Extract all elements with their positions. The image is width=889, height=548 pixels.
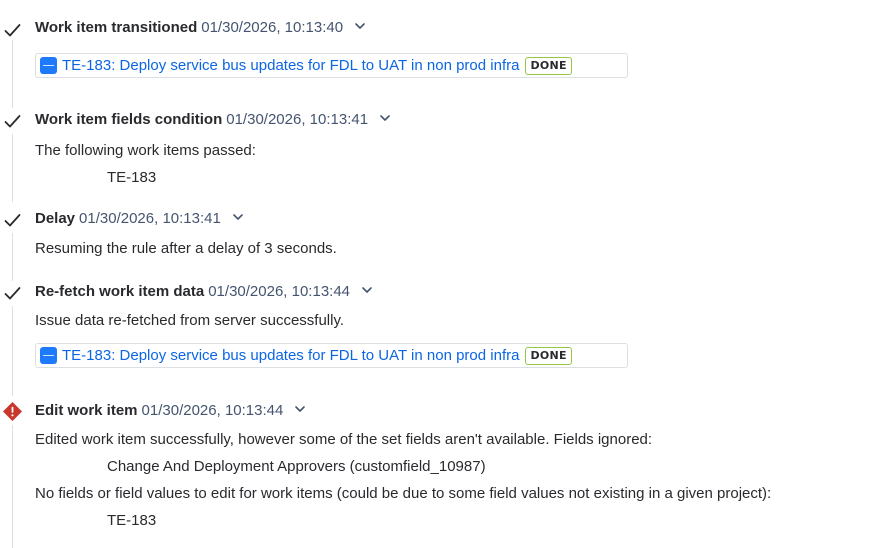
entry-timestamp: 01/30/2026, 10:13:41 <box>79 210 221 227</box>
entry-message: Edited work item successfully, however s… <box>35 431 653 448</box>
status-lozenge-done: DONE <box>525 56 572 75</box>
entry-header: Delay 01/30/2026, 10:13:41 <box>35 209 245 229</box>
entry-timestamp: 01/30/2026, 10:13:41 <box>226 111 369 128</box>
entry-header: Work item transitioned 01/30/2026, 10:13:… <box>35 18 367 38</box>
entry-message: Issue data re-fetched from server succes… <box>35 312 345 329</box>
entry-timestamp: 01/30/2026, 10:13:40 <box>201 19 344 36</box>
timeline-rail <box>12 425 13 548</box>
check-icon <box>4 287 21 300</box>
task-type-icon <box>40 347 57 364</box>
chevron-down-icon[interactable] <box>231 210 245 224</box>
check-icon <box>4 214 21 227</box>
work-item-link[interactable]: TE-183: Deploy service bus updates for F… <box>62 347 519 364</box>
work-item-link[interactable]: TE-183: Deploy service bus updates for F… <box>62 57 519 74</box>
timeline-rail <box>12 40 13 108</box>
chevron-down-icon[interactable] <box>293 402 307 416</box>
chevron-down-icon[interactable] <box>378 111 392 125</box>
entry-title: Re-fetch work item data <box>35 283 205 300</box>
timeline-rail <box>12 233 13 281</box>
entry-message: The following work items passed: <box>35 142 256 159</box>
entry-header: Re-fetch work item data 01/30/2026, 10:13… <box>35 282 374 302</box>
entry-timestamp: 01/30/2026, 10:13:44 <box>208 283 351 300</box>
affected-work-item: TE-183 <box>107 512 157 529</box>
entry-title: Work item fields condition <box>35 111 223 128</box>
chevron-down-icon[interactable] <box>353 19 367 33</box>
entry-message: Resuming the rule after a delay of 3 sec… <box>35 240 337 257</box>
entry-title: Work item transitioned <box>35 19 198 36</box>
entry-title: Edit work item <box>35 402 138 419</box>
passed-work-item: TE-183 <box>107 169 157 186</box>
chevron-down-icon[interactable] <box>360 283 374 297</box>
work-item-card[interactable]: TE-183: Deploy service bus updates for F… <box>35 53 628 78</box>
entry-header: Work item fields condition 01/30/2026, 10… <box>35 110 392 130</box>
check-icon <box>4 115 21 128</box>
entry-header: Edit work item 01/30/2026, 10:13:44 <box>35 401 307 421</box>
ignored-field: Change And Deployment Approvers (customf… <box>107 458 486 475</box>
entry-message-secondary: No fields or field values to edit for wo… <box>35 485 772 502</box>
work-item-card[interactable]: TE-183: Deploy service bus updates for F… <box>35 343 628 368</box>
status-lozenge-done: DONE <box>525 346 572 365</box>
entry-timestamp: 01/30/2026, 10:13:44 <box>141 402 284 419</box>
timeline-rail <box>12 134 13 202</box>
entry-title: Delay <box>35 210 76 227</box>
error-icon <box>3 402 22 421</box>
timeline-rail <box>12 306 13 396</box>
check-icon <box>4 24 21 37</box>
task-type-icon <box>40 57 57 74</box>
